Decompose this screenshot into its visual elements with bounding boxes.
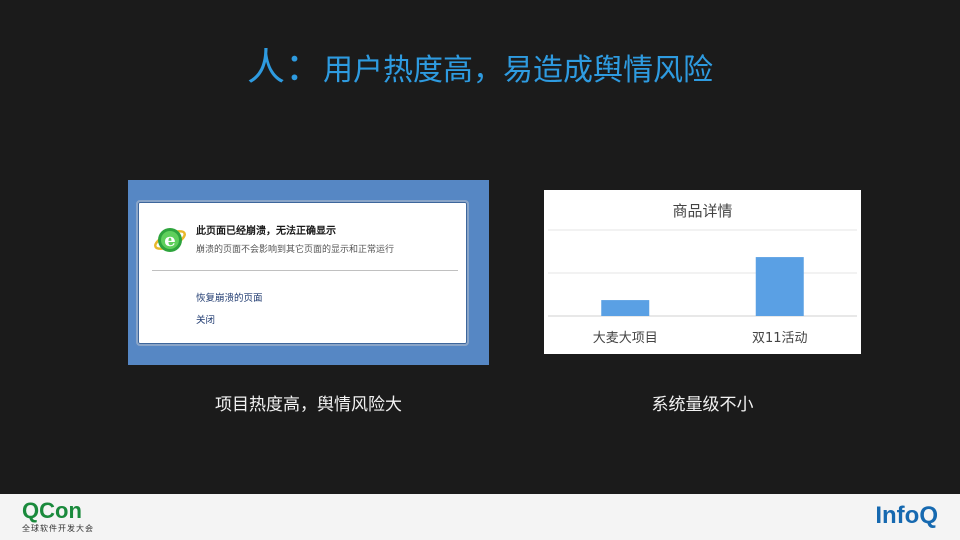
footer-bar: QCon 全球软件开发大会 InfoQ: [0, 494, 960, 540]
chart-category-label: 大麦大项目: [593, 331, 658, 346]
crash-dialog: e 此页面已经崩溃，无法正确显示 崩溃的页面不会影响到其它页面的显示和正常运行 …: [136, 200, 469, 346]
svg-text:e: e: [164, 230, 175, 251]
infoq-logo: InfoQ: [875, 502, 938, 529]
qcon-logo-text: QCon: [22, 498, 82, 523]
crash-screenshot-panel: e 此页面已经崩溃，无法正确显示 崩溃的页面不会影响到其它页面的显示和正常运行 …: [128, 180, 489, 365]
bar-chart: 大麦大项目 双11活动: [548, 229, 857, 346]
crash-subtext: 崩溃的页面不会影响到其它页面的显示和正常运行: [196, 245, 395, 255]
chart-bar: [755, 257, 804, 316]
dialog-divider: [152, 270, 458, 271]
restore-page-link[interactable]: 恢复崩溃的页面: [196, 290, 263, 304]
right-caption: 系统量级不小: [651, 395, 754, 415]
close-link[interactable]: 关闭: [196, 312, 215, 326]
chart-bar: [601, 300, 650, 316]
slide-title-text: 用户热度高，易造成舆情风险: [323, 53, 713, 88]
chart-category-label: 双11活动: [752, 331, 808, 346]
left-caption: 项目热度高，舆情风险大: [215, 395, 402, 415]
slide-title-lead: 人：: [246, 45, 323, 89]
qcon-logo-subtitle: 全球软件开发大会: [22, 524, 94, 533]
slide-title: 人：用户热度高，易造成舆情风险: [0, 36, 960, 91]
crash-heading: 此页面已经崩溃，无法正确显示: [196, 226, 336, 237]
product-chart-panel: 商品详情 大麦大项目 双11活动: [544, 190, 861, 354]
ie-browser-icon: e: [154, 228, 186, 252]
qcon-logo: QCon 全球软件开发大会: [22, 500, 94, 534]
